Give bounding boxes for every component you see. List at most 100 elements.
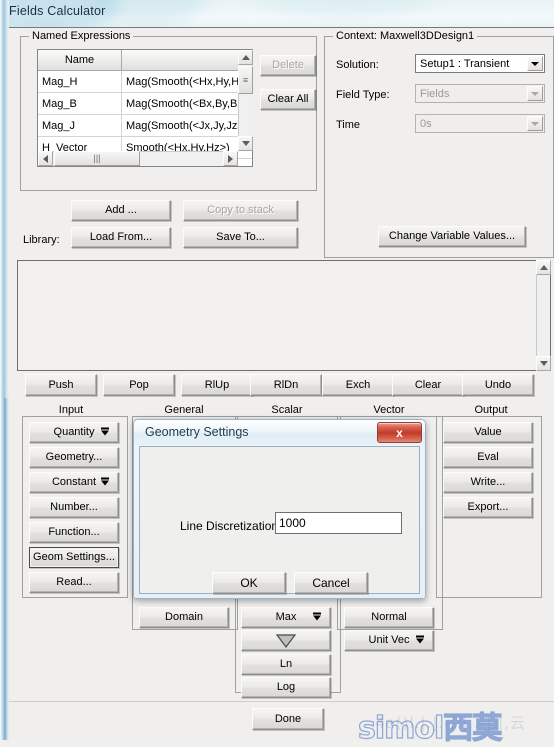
stack-display[interactable] [17, 260, 536, 371]
read-button[interactable]: Read... [29, 572, 119, 593]
push-button[interactable]: Push [25, 374, 97, 396]
rldn-button[interactable]: RlDn [250, 374, 322, 396]
done-button[interactable]: Done [252, 708, 324, 730]
dropdown-arrow-icon [313, 612, 321, 620]
horizontal-scroll-thumb[interactable]: ||| [54, 151, 140, 166]
geometry-button[interactable]: Geometry... [29, 447, 119, 468]
eval-button-label: Eval [477, 451, 499, 463]
undo-button-label: Undo [484, 378, 512, 391]
unit-vec-button[interactable]: Unit Vec [344, 630, 434, 651]
solution-combo[interactable]: Setup1 : Transient [415, 54, 545, 73]
list-vertical-scrollbar[interactable]: ≡ [238, 50, 253, 151]
load-from-button[interactable]: Load From... [71, 227, 171, 248]
delete-button-label: Delete [272, 59, 304, 71]
quantity-button-label: Quantity [53, 426, 95, 438]
row-expression: Mag(Smooth(<Bx,By,Bz>)) [126, 97, 252, 110]
add-button[interactable]: Add ... [71, 200, 171, 221]
time-combo[interactable]: 0s [415, 114, 545, 133]
field-type-combo[interactable]: Fields [415, 84, 545, 103]
undo-button[interactable]: Undo [462, 374, 534, 396]
line-discretization-input[interactable]: 1000 [275, 512, 402, 534]
nabla-button[interactable] [241, 630, 331, 651]
cancel-button[interactable]: Cancel [294, 572, 368, 594]
log-button[interactable]: Log [241, 677, 331, 698]
window-client-area: Named Expressions Name Mag_H Mag(Smooth(… [9, 28, 554, 740]
close-icon[interactable]: x [377, 422, 422, 443]
domain-button-label: Domain [165, 611, 203, 623]
fields-calculator-window: Fields Calculator Named Expressions Name… [0, 0, 554, 747]
table-row[interactable]: Mag_H Mag(Smooth(<Hx,Hy,Hz>)) [38, 71, 252, 93]
context-group: Context: Maxwell3DDesign1 Solution: Setu… [324, 30, 554, 258]
table-row[interactable]: Mag_B Mag(Smooth(<Bx,By,Bz>)) [38, 93, 252, 115]
scroll-right-arrow-icon[interactable] [223, 151, 238, 166]
constant-button-label: Constant [51, 476, 97, 488]
copy-to-stack-button-label: Copy to stack [207, 204, 274, 216]
library-label: Library: [23, 234, 60, 246]
domain-button[interactable]: Domain [139, 607, 229, 628]
watermark: simol西莫 [357, 710, 502, 746]
window-left-border-lower [0, 398, 9, 740]
input-column-header: Input [58, 404, 84, 416]
scroll-up-arrow-icon[interactable] [536, 260, 551, 275]
load-from-button-label: Load From... [89, 231, 153, 243]
add-button-label: Add ... [105, 204, 137, 216]
number-button[interactable]: Number... [29, 497, 119, 518]
copy-to-stack-button[interactable]: Copy to stack [183, 200, 298, 221]
scroll-left-arrow-icon[interactable] [38, 151, 53, 166]
clear-button-label: Clear [414, 378, 442, 391]
clear-button[interactable]: Clear [392, 374, 464, 396]
exch-button-label: Exch [345, 378, 371, 391]
scroll-up-arrow-icon[interactable] [238, 50, 253, 65]
row-expression: Mag(Smooth(<Jx,Jy,Jz>)) [126, 119, 252, 132]
log-button-label: Log [276, 681, 296, 693]
scroll-down-arrow-icon[interactable] [536, 356, 551, 371]
pop-button[interactable]: Pop [103, 374, 175, 396]
table-row[interactable]: Mag_J Mag(Smooth(<Jx,Jy,Jz>)) [38, 115, 252, 137]
value-button-label: Value [474, 426, 502, 438]
time-label: Time [336, 119, 361, 131]
change-variable-values-button[interactable]: Change Variable Values... [378, 226, 526, 247]
vertical-scroll-thumb[interactable]: ≡ [238, 66, 253, 94]
dropdown-arrow-icon [101, 477, 109, 485]
quantity-button[interactable]: Quantity [29, 422, 119, 443]
clear-all-button[interactable]: Clear All [260, 89, 316, 110]
rldn-button-label: RlDn [273, 378, 299, 391]
eval-button[interactable]: Eval [443, 447, 533, 468]
value-button[interactable]: Value [443, 422, 533, 443]
ok-button[interactable]: OK [212, 572, 286, 594]
normal-button[interactable]: Normal [344, 607, 434, 628]
chevron-down-icon[interactable] [527, 56, 543, 71]
exch-button[interactable]: Exch [322, 374, 394, 396]
chevron-down-icon[interactable] [527, 86, 543, 101]
read-button-label: Read... [56, 576, 92, 588]
geom-settings-button[interactable]: Geom Settings... [29, 547, 119, 568]
save-to-button-label: Save To... [216, 231, 265, 243]
constant-button[interactable]: Constant [29, 472, 119, 493]
list-horizontal-scrollbar[interactable]: ||| [38, 151, 238, 166]
time-combo-value: 0s [420, 117, 432, 130]
list-header: Name [38, 50, 252, 71]
delete-button[interactable]: Delete [260, 55, 316, 76]
named-expressions-group: Named Expressions Name Mag_H Mag(Smooth(… [20, 30, 317, 191]
save-to-button[interactable]: Save To... [183, 227, 298, 248]
dialog-title: Geometry Settings [145, 425, 249, 439]
ln-button-label: Ln [279, 658, 293, 670]
column-header-expression[interactable] [122, 50, 252, 70]
rlup-button[interactable]: RlUp [181, 374, 253, 396]
column-header-name[interactable]: Name [38, 50, 122, 70]
scroll-down-arrow-icon[interactable] [238, 136, 253, 151]
page-title: Fields Calculator [9, 4, 106, 18]
function-button[interactable]: Function... [29, 522, 119, 543]
context-group-label: Context: Maxwell3DDesign1 [333, 30, 478, 42]
max-button[interactable]: Max [241, 607, 331, 628]
named-expressions-list[interactable]: Name Mag_H Mag(Smooth(<Hx,Hy,Hz>)) Mag_B… [37, 49, 253, 167]
chevron-down-icon[interactable] [527, 116, 543, 131]
done-button-label: Done [274, 712, 302, 725]
scroll-thumb-grip-icon: ||| [93, 153, 101, 163]
stack-vertical-scrollbar[interactable] [536, 260, 551, 371]
ln-button[interactable]: Ln [241, 654, 331, 675]
export-button[interactable]: Export... [443, 497, 533, 518]
write-button[interactable]: Write... [443, 472, 533, 493]
geometry-settings-dialog: Geometry Settings x Line Discretization:… [133, 419, 426, 599]
footer-divider [9, 701, 554, 702]
